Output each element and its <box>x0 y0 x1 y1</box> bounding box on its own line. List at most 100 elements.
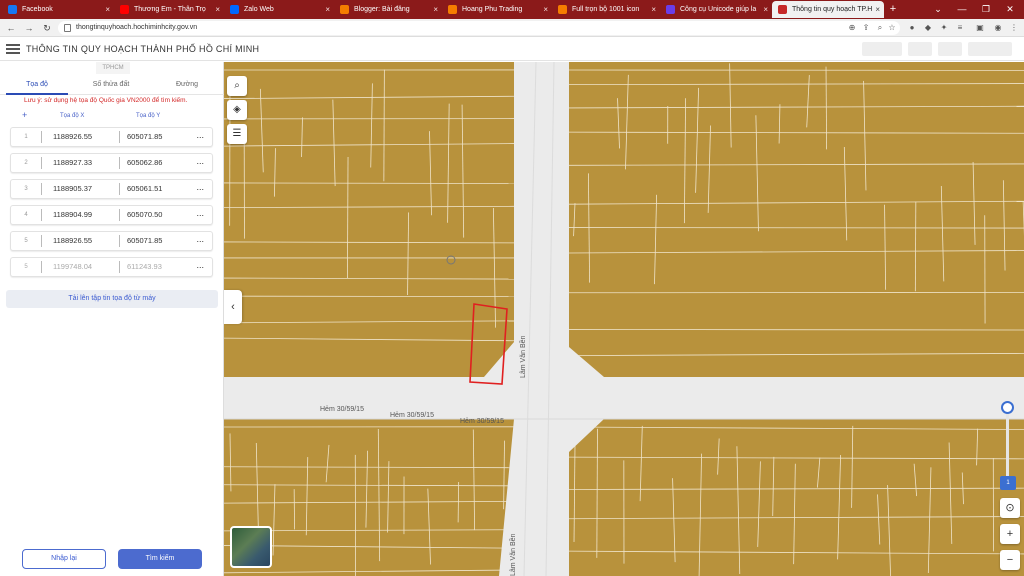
row-options-button[interactable]: ... <box>196 230 204 248</box>
row-options-button[interactable]: ... <box>196 256 204 274</box>
street-label: Lâm Văn Bền <box>510 533 517 576</box>
close-icon[interactable]: × <box>325 1 330 18</box>
new-tab-button[interactable]: + <box>886 1 900 18</box>
zoom-icon[interactable]: ⌕ <box>874 22 886 34</box>
minimize-icon[interactable]: — <box>950 0 974 19</box>
layers-icon[interactable]: ◈ <box>227 100 247 120</box>
list-icon[interactable]: ☰ <box>227 124 247 144</box>
row-options-button[interactable]: ... <box>196 126 204 144</box>
browser-tab-quy-hoach[interactable]: Thông tin quy hoạch TP.H × <box>772 1 884 18</box>
tab-search-icon[interactable]: ⌄ <box>926 0 950 19</box>
tab-street[interactable]: Đường <box>156 75 218 95</box>
close-icon[interactable]: × <box>105 1 110 18</box>
coordinate-row: 3 1188905.37 605061.51 ... <box>10 179 213 199</box>
collapse-panel-button[interactable]: ‹ <box>224 290 242 324</box>
close-icon[interactable]: × <box>433 1 438 18</box>
coordinate-y-input[interactable]: 605062.86 <box>127 154 162 172</box>
close-icon[interactable]: × <box>875 1 880 18</box>
forward-icon[interactable]: → <box>22 21 36 35</box>
close-icon[interactable]: × <box>763 1 768 18</box>
browser-tab-bar: Facebook × Thương Em - Thân Trọ × Zalo Web… <box>0 0 1024 19</box>
coordinate-x-input[interactable]: 1188927.33 <box>53 154 92 172</box>
header-action-button[interactable] <box>862 42 902 56</box>
header-actions <box>862 42 1012 56</box>
row-options-button[interactable]: ... <box>196 204 204 222</box>
close-icon[interactable]: × <box>543 1 548 18</box>
zoom-slider-handle[interactable] <box>1001 401 1014 414</box>
header-action-button[interactable] <box>968 42 1012 56</box>
tab-title: Full trọn bộ 1001 icon <box>572 6 640 13</box>
coordinate-x-input[interactable]: 1188905.37 <box>53 180 92 198</box>
menu-kebab-icon[interactable]: ⋮ <box>1008 22 1020 34</box>
facebook-icon <box>8 5 17 14</box>
profile-avatar[interactable]: ◉ <box>992 22 1004 34</box>
basemap-switcher[interactable] <box>230 526 272 568</box>
row-number: 4 <box>24 212 28 218</box>
back-icon[interactable]: ← <box>4 21 18 35</box>
browser-tab-blogger[interactable]: Blogger: Bài đăng × <box>334 1 442 18</box>
side-panel-icon[interactable]: ▣ <box>974 22 986 34</box>
map-marker-icon <box>446 255 456 265</box>
upload-coordinates-button[interactable]: Tải lên tập tin tọa độ từ máy <box>6 290 218 308</box>
browser-tab-zalo[interactable]: Zalo Web × <box>224 1 334 18</box>
browser-tab-youtube[interactable]: Thương Em - Thân Trọ × <box>114 1 224 18</box>
coordinate-x-input[interactable]: 1188926.55 <box>53 128 92 146</box>
bookmark-star-icon[interactable]: ☆ <box>886 22 898 34</box>
zoom-in-button[interactable]: + <box>1000 524 1020 544</box>
zoom-out-button[interactable]: − <box>1000 550 1020 570</box>
zoom-slider-track[interactable] <box>1006 412 1009 480</box>
tab-title: Hoang Phu Trading <box>462 6 523 13</box>
reading-list-icon[interactable]: ≡ <box>954 22 966 34</box>
row-options-button[interactable]: ... <box>196 178 204 196</box>
page-title: THÔNG TIN QUY HOẠCH THÀNH PHỐ HỒ CHÍ MIN… <box>26 44 260 54</box>
coordinate-y-input[interactable]: 605061.51 <box>127 180 162 198</box>
reset-button[interactable]: Nhập lại <box>22 549 106 569</box>
reload-icon[interactable]: ↻ <box>40 21 54 35</box>
blogger-icon <box>340 5 349 14</box>
coordinate-x-input[interactable]: 1188926.55 <box>53 232 92 250</box>
window-close-icon[interactable]: ✕ <box>998 0 1022 19</box>
header-action-button[interactable] <box>938 42 962 56</box>
add-row-button[interactable]: + <box>22 110 27 120</box>
tab-title: Thương Em - Thân Trọ <box>134 6 206 13</box>
browser-tab-icons[interactable]: Full trọn bộ 1001 icon × <box>552 1 660 18</box>
puzzle-icon[interactable]: ✦ <box>938 22 950 34</box>
row-number: 3 <box>24 186 28 192</box>
coordinate-y-input[interactable]: 605070.50 <box>127 206 162 224</box>
blogger-icon <box>448 5 457 14</box>
coordinate-y-input[interactable]: 605071.85 <box>127 128 162 146</box>
hamburger-menu-icon[interactable] <box>6 44 20 54</box>
coordinate-row: 1 1188926.55 605071.85 ... <box>10 127 213 147</box>
google-lens-icon[interactable]: ⊕ <box>846 22 858 34</box>
tab-parcel-number[interactable]: Số thửa đất <box>80 75 142 95</box>
browser-tab-facebook[interactable]: Facebook × <box>2 1 114 18</box>
tab-title: Thông tin quy hoạch TP.H <box>792 6 873 13</box>
street-label: Lâm Văn Bền <box>520 335 527 378</box>
browser-tab-unicode[interactable]: Công cụ Unicode giúp la × <box>660 1 772 18</box>
share-icon[interactable]: ⇪ <box>860 22 872 34</box>
page-header: THÔNG TIN QUY HOẠCH THÀNH PHỐ HỒ CHÍ MIN… <box>0 37 1024 61</box>
coordinate-x-input[interactable]: 1199748.04 <box>53 258 92 276</box>
tab-coordinates[interactable]: Tọa độ <box>6 75 68 95</box>
coordinate-row: 2 1188927.33 605062.86 ... <box>10 153 213 173</box>
search-button[interactable]: Tìm kiếm <box>118 549 202 569</box>
map-search-icon[interactable]: ⌕ <box>227 76 247 96</box>
locate-icon[interactable]: ⊙ <box>1000 498 1020 518</box>
lock-icon <box>64 24 71 32</box>
coordinate-y-input[interactable]: 605071.85 <box>127 232 162 250</box>
close-icon[interactable]: × <box>215 1 220 18</box>
header-action-button[interactable] <box>908 42 932 56</box>
coordinate-x-input[interactable]: 1188904.99 <box>53 206 92 224</box>
row-options-button[interactable]: ... <box>196 152 204 170</box>
maximize-icon[interactable]: ❐ <box>974 0 998 19</box>
map-canvas[interactable]: ⌕ ◈ ☰ ‹ Hẻm 30/59/15 Hẻm 30/59/15 Hẻm 30… <box>224 62 1024 576</box>
coordinate-y-input[interactable]: 611243.93 <box>127 258 162 276</box>
extension-icon[interactable]: ● <box>906 22 918 34</box>
row-number: 5 <box>24 264 28 270</box>
address-bar[interactable]: thongtinquyhoach.hochiminhcity.gov.vn ⊕ … <box>58 21 900 35</box>
coordinate-row: 4 1188904.99 605070.50 ... <box>10 205 213 225</box>
site-icon <box>778 5 787 14</box>
browser-tab-blogger-2[interactable]: Hoang Phu Trading × <box>442 1 552 18</box>
close-icon[interactable]: × <box>651 1 656 18</box>
extension-icon[interactable]: ◆ <box>922 22 934 34</box>
